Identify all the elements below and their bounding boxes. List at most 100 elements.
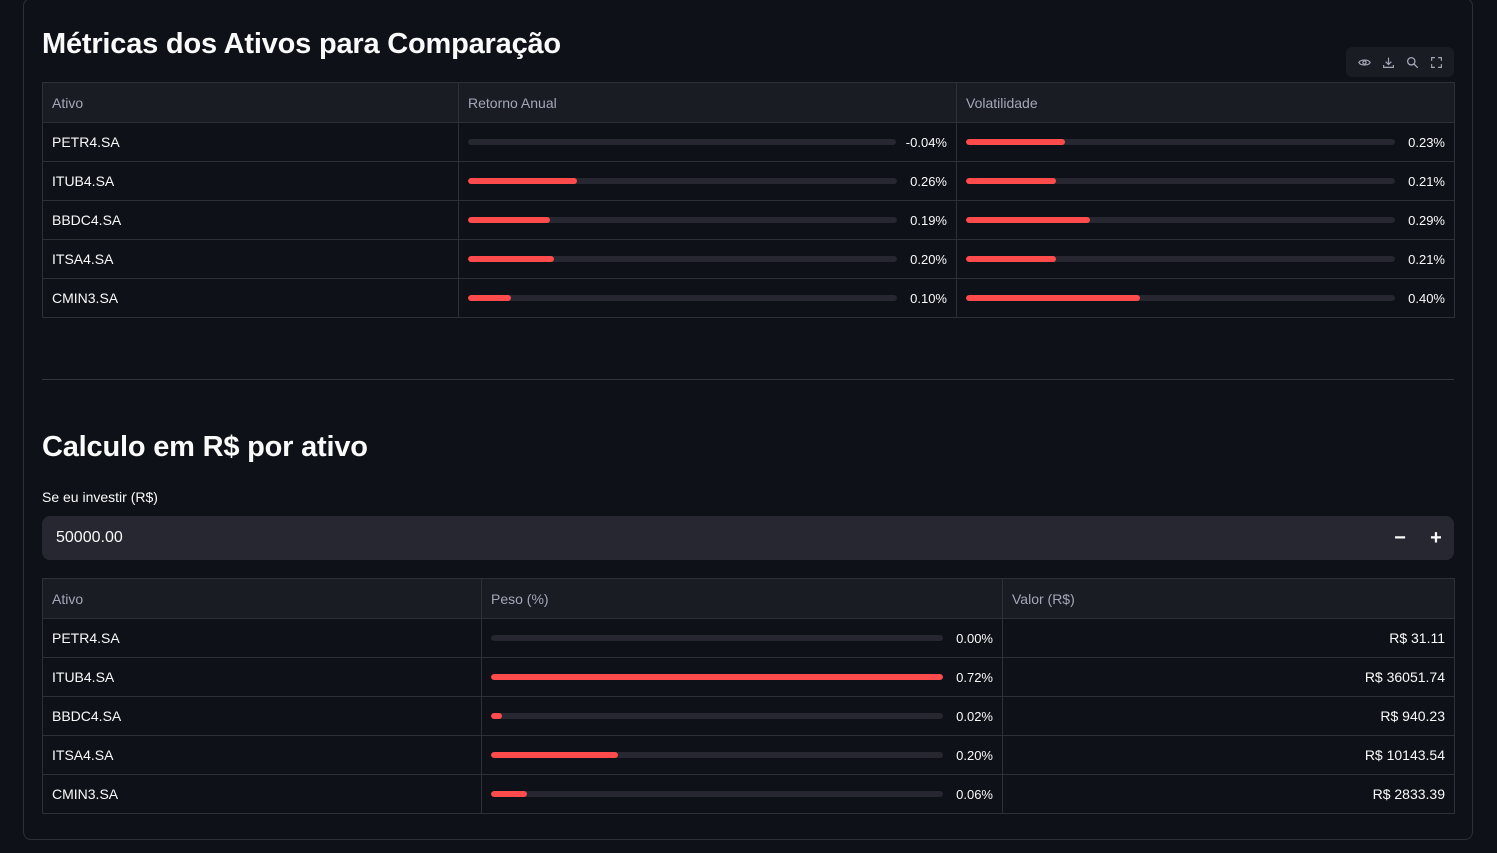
ativo-cell[interactable]: ITSA4.SA [42, 735, 482, 775]
peso-value: 0.02% [956, 708, 993, 724]
progress-track [966, 139, 1395, 145]
progress-track [966, 178, 1395, 184]
volatilidade-bar: 0.40% [966, 291, 1445, 306]
download-icon[interactable] [1379, 53, 1397, 71]
valor-cell[interactable]: R$ 36051.74 [1002, 657, 1455, 697]
column-header-ativo[interactable]: Ativo [42, 82, 459, 123]
progress-fill [491, 713, 503, 719]
peso-cell[interactable]: 0.02% [481, 696, 1003, 736]
table-row: CMIN3.SA 0.06% R$ 2833.39 [42, 774, 1455, 814]
table-row: PETR4.SA -0.04% 0.23% [42, 122, 1455, 162]
peso-cell[interactable]: 0.00% [481, 618, 1003, 658]
table-row: CMIN3.SA 0.10% 0.40% [42, 278, 1455, 318]
ativo-cell[interactable]: BBDC4.SA [42, 696, 482, 736]
valor-cell[interactable]: R$ 2833.39 [1002, 774, 1455, 814]
valor-cell[interactable]: R$ 31.11 [1002, 618, 1455, 658]
progress-fill [966, 217, 1091, 223]
column-header-volatilidade[interactable]: Volatilidade [956, 82, 1455, 123]
progress-track [966, 256, 1395, 262]
peso-bar: 0.06% [491, 787, 993, 802]
peso-bar: 0.02% [491, 709, 993, 724]
retorno-bar: 0.19% [468, 213, 947, 228]
progress-fill [966, 256, 1057, 262]
peso-cell[interactable]: 0.72% [481, 657, 1003, 697]
progress-fill [966, 295, 1140, 301]
progress-fill [966, 178, 1057, 184]
progress-fill [468, 217, 550, 223]
ativo-cell[interactable]: BBDC4.SA [42, 200, 459, 240]
progress-fill [468, 178, 578, 184]
ativo-cell[interactable]: PETR4.SA [42, 122, 459, 162]
peso-value: 0.72% [956, 669, 993, 685]
volatilidade-bar: 0.29% [966, 213, 1445, 228]
valor-cell[interactable]: R$ 940.23 [1002, 696, 1455, 736]
ativo-cell[interactable]: ITSA4.SA [42, 239, 459, 279]
progress-fill [491, 791, 528, 797]
progress-track [491, 713, 943, 719]
peso-value: 0.00% [956, 630, 993, 646]
peso-cell[interactable]: 0.06% [481, 774, 1003, 814]
progress-track [468, 256, 897, 262]
retorno-value: 0.20% [910, 251, 947, 267]
volatilidade-value: 0.21% [1408, 173, 1445, 189]
peso-value: 0.06% [956, 786, 993, 802]
progress-fill [468, 256, 554, 262]
table-row: ITUB4.SA 0.26% 0.21% [42, 161, 1455, 201]
progress-track [468, 217, 897, 223]
volatilidade-value: 0.29% [1408, 212, 1445, 228]
peso-cell[interactable]: 0.20% [481, 735, 1003, 775]
volatilidade-bar: 0.23% [966, 135, 1445, 150]
retorno-value: 0.10% [910, 290, 947, 306]
progress-track [491, 752, 943, 758]
volatilidade-cell[interactable]: 0.21% [956, 239, 1455, 279]
ativo-cell[interactable]: CMIN3.SA [42, 278, 459, 318]
progress-fill [966, 139, 1065, 145]
valor-cell[interactable]: R$ 10143.54 [1002, 735, 1455, 775]
retorno-bar: 0.26% [468, 174, 947, 189]
retorno-cell[interactable]: 0.20% [458, 239, 957, 279]
eye-icon[interactable] [1355, 53, 1373, 71]
table-row: ITSA4.SA 0.20% 0.21% [42, 239, 1455, 279]
table-row: ITSA4.SA 0.20% R$ 10143.54 [42, 735, 1455, 775]
retorno-cell[interactable]: 0.10% [458, 278, 957, 318]
column-header-retorno[interactable]: Retorno Anual [458, 82, 957, 123]
allocation-table[interactable]: Ativo Peso (%) Valor (R$) PETR4.SA 0.00% R… [42, 578, 1455, 814]
section-divider [42, 379, 1454, 380]
fullscreen-icon[interactable] [1427, 53, 1445, 71]
ativo-cell[interactable]: CMIN3.SA [42, 774, 482, 814]
retorno-cell[interactable]: -0.04% [458, 122, 957, 162]
table-row: ITUB4.SA 0.72% R$ 36051.74 [42, 657, 1455, 697]
invest-amount-input[interactable] [42, 516, 1382, 560]
volatilidade-value: 0.40% [1408, 290, 1445, 306]
volatilidade-value: 0.21% [1408, 251, 1445, 267]
progress-track [966, 295, 1395, 301]
progress-fill [468, 295, 511, 301]
retorno-cell[interactable]: 0.19% [458, 200, 957, 240]
volatilidade-cell[interactable]: 0.23% [956, 122, 1455, 162]
ativo-cell[interactable]: ITUB4.SA [42, 161, 459, 201]
column-header-peso[interactable]: Peso (%) [481, 578, 1003, 619]
retorno-bar: 0.20% [468, 252, 947, 267]
ativo-cell[interactable]: ITUB4.SA [42, 657, 482, 697]
progress-track [468, 139, 896, 145]
retorno-bar: -0.04% [468, 135, 947, 150]
peso-value: 0.20% [956, 747, 993, 763]
volatilidade-cell[interactable]: 0.40% [956, 278, 1455, 318]
volatilidade-cell[interactable]: 0.29% [956, 200, 1455, 240]
search-icon[interactable] [1403, 53, 1421, 71]
progress-track [491, 635, 943, 641]
retorno-value: 0.26% [910, 173, 947, 189]
column-header-valor[interactable]: Valor (R$) [1002, 578, 1455, 619]
column-header-ativo[interactable]: Ativo [42, 578, 482, 619]
progress-track [468, 178, 897, 184]
table-row: BBDC4.SA 0.02% R$ 940.23 [42, 696, 1455, 736]
volatilidade-value: 0.23% [1408, 134, 1445, 150]
retorno-cell[interactable]: 0.26% [458, 161, 957, 201]
dataframe-toolbar [1346, 47, 1454, 77]
metrics-table[interactable]: Ativo Retorno Anual Volatilidade PETR4.S… [42, 82, 1455, 318]
ativo-cell[interactable]: PETR4.SA [42, 618, 482, 658]
decrement-button[interactable]: − [1382, 516, 1418, 560]
volatilidade-cell[interactable]: 0.21% [956, 161, 1455, 201]
increment-button[interactable]: + [1418, 516, 1454, 560]
progress-track [491, 791, 943, 797]
